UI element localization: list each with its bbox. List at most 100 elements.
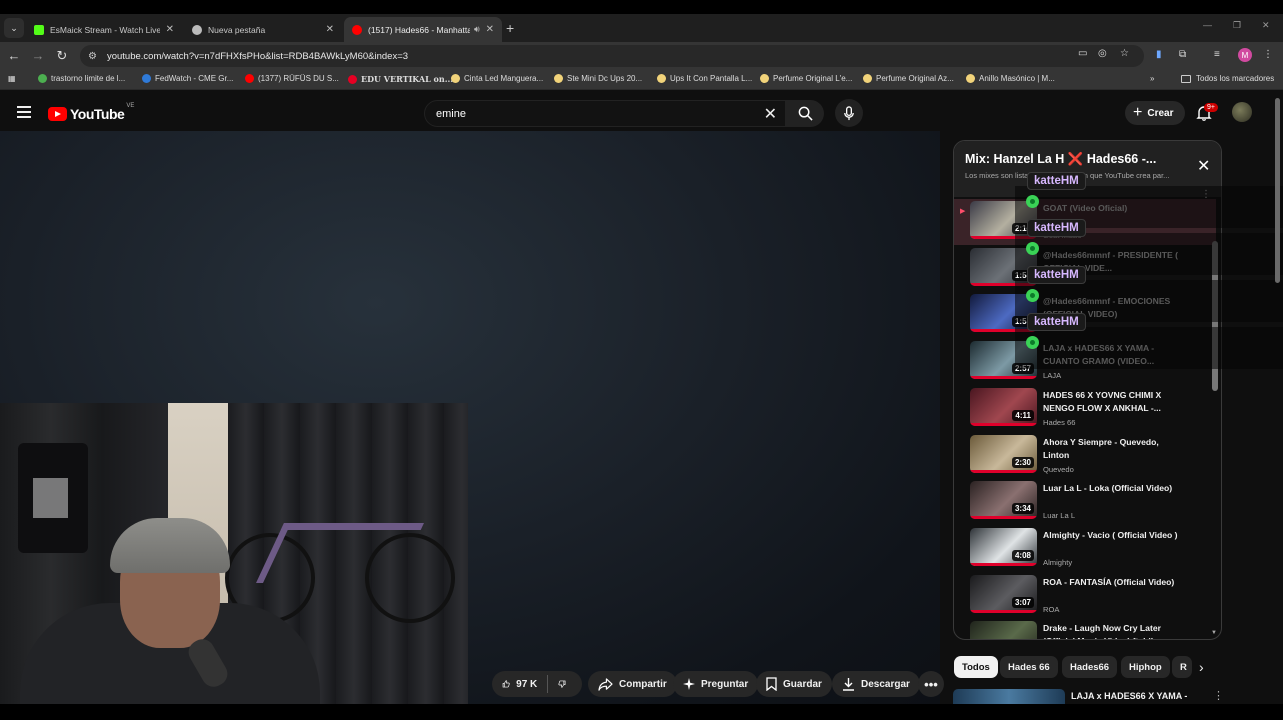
like-dislike-group: 97 K <box>492 671 582 697</box>
reload-icon[interactable]: ↻ <box>54 48 70 64</box>
star-bookmark-icon[interactable]: ☆ <box>1120 48 1129 59</box>
mercadolibre-icon <box>966 74 975 83</box>
playlist-item[interactable]: 2:30 Ahora Y Siempre - Quevedo, Linton Que… <box>954 433 1216 479</box>
omnibox[interactable]: ⚙ youtube.com/watch?v=n7dFHXfsPHo&list=R… <box>80 45 1144 67</box>
video-thumbnail[interactable]: 3:07 <box>970 574 1037 613</box>
chat-username[interactable]: katteHM <box>1027 219 1086 237</box>
chip-todos[interactable]: Todos <box>954 656 998 678</box>
scroll-down-arrow-icon[interactable]: ▼ <box>1211 630 1217 636</box>
tab-title: EsMaick Stream - Watch Live o <box>50 24 160 35</box>
chrome-menu-icon[interactable]: ⋮ <box>1263 49 1273 60</box>
bookmark-item[interactable]: Perfume Original L'e... <box>760 74 852 83</box>
bookmark-item[interactable]: FedWatch - CME Gr... <box>142 74 233 83</box>
chat-username[interactable]: katteHM <box>1027 172 1086 190</box>
bookmark-item[interactable]: EDU VERTIKAL on... <box>348 74 453 84</box>
like-count[interactable]: 97 K <box>516 679 537 690</box>
share-button[interactable]: Compartir <box>588 671 677 697</box>
maximize-icon[interactable]: ❐ <box>1233 20 1241 31</box>
download-button[interactable]: Descargar <box>832 671 920 697</box>
extension-shield-icon[interactable]: ▮ <box>1156 49 1162 60</box>
chip-hades66[interactable]: Hades66 <box>1062 656 1118 678</box>
ask-button[interactable]: Preguntar <box>673 671 759 697</box>
reading-list-icon[interactable]: ≡ <box>1214 49 1220 60</box>
close-tab-icon[interactable]: ✕ <box>166 24 174 35</box>
chip-truncated[interactable]: R <box>1172 656 1192 678</box>
video-thumbnail[interactable]: 4:11 <box>970 387 1037 426</box>
playlist-item[interactable]: 5:02 Drake - Laugh Now Cry Later (Officia… <box>954 619 1216 639</box>
youtube-logo[interactable]: YouTube VE <box>48 103 134 122</box>
url-text[interactable]: youtube.com/watch?v=n7dFHXfsPHo&list=RDB… <box>107 51 408 62</box>
bookmark-item[interactable]: Anillo Masónico | M... <box>966 74 1055 83</box>
clear-search-icon[interactable]: ✕ <box>764 104 777 124</box>
video-thumbnail[interactable]: 4:08 <box>970 527 1037 566</box>
pinterest-icon <box>348 74 357 84</box>
save-button[interactable]: Guardar <box>756 671 832 697</box>
chat-username[interactable]: katteHM <box>1027 266 1086 284</box>
back-arrow-icon[interactable]: ← <box>6 48 22 63</box>
close-window-icon[interactable]: ✕ <box>1262 20 1270 31</box>
recommended-title[interactable]: LAJA x HADES66 X YAMA - <box>1071 691 1187 701</box>
playlist-item[interactable]: 3:07 ROA - FANTASÍA (Official Video) ROA <box>954 573 1216 619</box>
bookmark-item[interactable]: Ups It Con Pantalla L... <box>657 74 752 83</box>
close-tab-icon[interactable]: ✕ <box>486 24 494 35</box>
playlist-item[interactable]: 3:34 Luar La L - Loka (Official Video) Lua… <box>954 479 1216 525</box>
voice-search-button[interactable] <box>835 99 863 127</box>
create-button[interactable]: + Crear <box>1125 101 1186 125</box>
forward-arrow-icon[interactable]: → <box>30 48 46 63</box>
video-title[interactable]: Almighty - Vacio ( Official Video ) <box>1043 529 1183 542</box>
chat-username[interactable]: katteHM <box>1027 313 1086 331</box>
recommended-thumbnail[interactable] <box>953 689 1065 704</box>
video-title[interactable]: Drake - Laugh Now Cry Later (Official Mu… <box>1043 622 1183 639</box>
video-duration: 4:11 <box>1012 409 1034 421</box>
bookmark-item[interactable]: Ste Mini Dc Ups 20... <box>554 74 642 83</box>
video-title[interactable]: ROA - FANTASÍA (Official Video) <box>1043 576 1183 589</box>
tab-esmaick[interactable]: EsMaick Stream - Watch Live o ✕ <box>26 17 182 42</box>
chip-hiphop[interactable]: Hiphop <box>1121 656 1170 678</box>
bookmarks-overflow-icon[interactable]: » <box>1150 74 1154 83</box>
all-bookmarks-folder[interactable]: Todos los marcadores <box>1181 74 1274 83</box>
playlist-item[interactable]: 4:11 HADES 66 X YOVNG CHIMI X NENGO FLOW … <box>954 386 1216 432</box>
bookmark-item[interactable]: (1377) RÜFÜS DU S... <box>245 74 339 83</box>
cast-icon[interactable]: ▭ <box>1078 48 1087 59</box>
bookmark-item[interactable]: trastorno limite de l... <box>38 74 125 83</box>
tab-youtube[interactable]: (1517) Hades66 - Manhatta 🔊︎ ✕ <box>344 17 502 42</box>
video-title[interactable]: HADES 66 X YOVNG CHIMI X NENGO FLOW X AN… <box>1043 389 1183 415</box>
video-title[interactable]: Ahora Y Siempre - Quevedo, Linton <box>1043 436 1183 462</box>
recommended-more-icon[interactable]: ⋮ <box>1213 689 1224 702</box>
playlist-item[interactable]: 4:08 Almighty - Vacio ( Official Video ) A… <box>954 526 1216 572</box>
video-thumbnail[interactable]: 5:02 <box>970 621 1037 639</box>
bookmark-item[interactable]: Perfume Original Az... <box>863 74 954 83</box>
thumbs-down-icon[interactable] <box>558 677 566 691</box>
browser-window: ⌄ EsMaick Stream - Watch Live o ✕ Nueva … <box>0 0 1283 720</box>
new-tab-plus-icon[interactable]: + <box>506 20 514 36</box>
mercadolibre-icon <box>760 74 769 83</box>
tab-new[interactable]: Nueva pestaña ✕ <box>184 17 342 42</box>
search-input[interactable]: emine ✕ <box>424 100 786 127</box>
search-button[interactable] <box>786 100 824 127</box>
extensions-puzzle-icon[interactable]: ⧉ <box>1179 49 1186 60</box>
more-actions-button[interactable]: ••• <box>918 671 944 697</box>
video-thumbnail[interactable]: 3:34 <box>970 481 1037 520</box>
minimize-icon[interactable]: — <box>1203 20 1212 30</box>
speaker-icon[interactable]: 🔊︎ <box>474 24 480 35</box>
chevron-right-icon[interactable]: › <box>1199 659 1204 675</box>
site-info-icon[interactable]: ⚙ <box>88 51 97 62</box>
video-duration: 3:34 <box>1011 503 1034 515</box>
bookmark-item[interactable]: Cinta Led Manguera... <box>451 74 543 83</box>
apps-grid-icon[interactable]: ▦ <box>8 74 16 83</box>
tab-search-button[interactable]: ⌄ <box>4 18 24 38</box>
close-playlist-icon[interactable]: ✕ <box>1197 156 1210 176</box>
close-tab-icon[interactable]: ✕ <box>326 24 334 35</box>
eye-off-icon[interactable]: ◎ <box>1098 48 1107 59</box>
account-avatar[interactable] <box>1232 102 1252 122</box>
hamburger-menu-icon[interactable] <box>17 106 31 118</box>
address-bar-row: ← → ↻ ⚙ youtube.com/watch?v=n7dFHXfsPHo&… <box>0 42 1283 70</box>
chip-hades-66[interactable]: Hades 66 <box>1000 656 1058 678</box>
recommended-video[interactable]: LAJA x HADES66 X YAMA - ⋮ <box>953 689 1283 704</box>
thumbs-up-icon[interactable] <box>502 677 510 691</box>
video-title[interactable]: Luar La L - Loka (Official Video) <box>1043 482 1183 495</box>
playlist-title[interactable]: Mix: Hanzel La H ❌ Hades66 -... <box>965 152 1156 167</box>
video-thumbnail[interactable]: 2:30 <box>970 434 1037 473</box>
page-scrollbar[interactable] <box>1275 98 1280 283</box>
profile-avatar[interactable]: M <box>1238 48 1252 62</box>
